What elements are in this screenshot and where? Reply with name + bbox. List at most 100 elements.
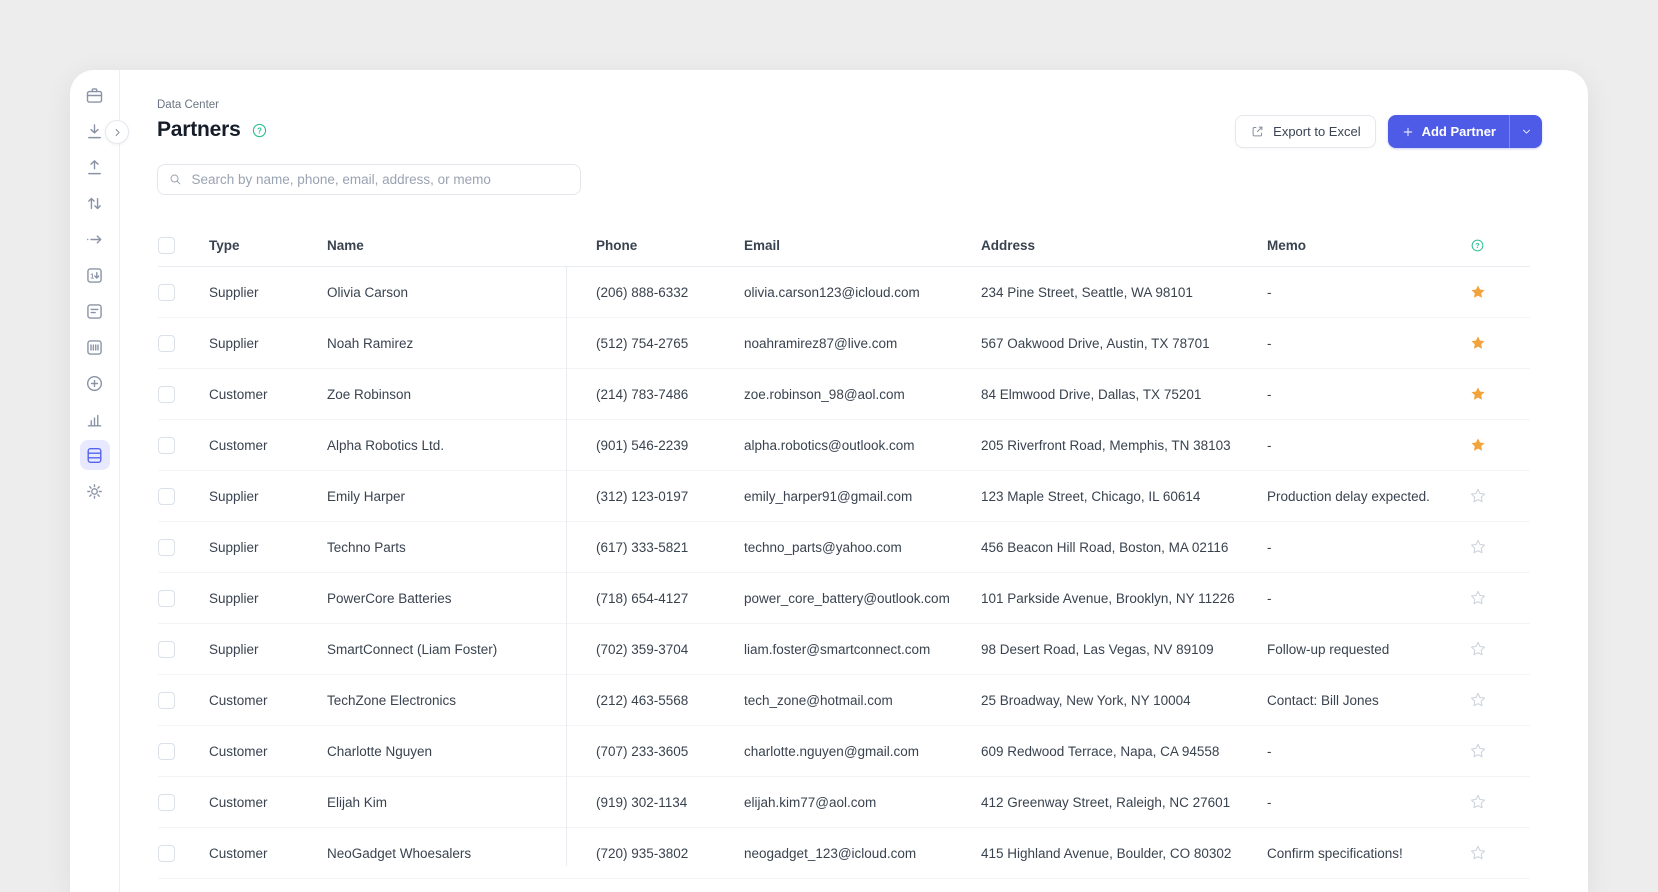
cell-star [1425,334,1530,352]
table-row[interactable]: Customer Alpha Robotics Ltd. (901) 546-223… [158,420,1530,471]
barcode-icon [87,339,102,355]
row-checkbox[interactable] [158,334,175,352]
sidebar-item-stock-out[interactable] [80,152,110,182]
sidebar-item-analytics[interactable] [80,404,110,434]
table-row[interactable]: Supplier Noah Ramirez (512) 754-2765 noahra… [158,318,1530,369]
add-partner-dropdown-button[interactable] [1509,115,1542,148]
sidebar-item-adjust[interactable] [80,188,110,218]
cell-name: TechZone Electronics [327,692,457,708]
row-checkbox[interactable] [158,640,175,658]
row-checkbox-cell [158,640,209,658]
star-outline-icon[interactable] [1469,844,1487,862]
sidebar-item-barcode[interactable] [80,332,110,362]
sidebar-item-add-circle[interactable] [80,368,110,398]
cell-phone: (707) 233-3605 [596,743,689,759]
sidebar-item-package[interactable] [80,80,110,110]
select-all-checkbox[interactable] [158,236,175,254]
cell-address: 84 Elmwood Drive, Dallas, TX 75201 [981,386,1202,402]
cell-phone: (901) 546-2239 [596,437,689,453]
row-checkbox[interactable] [158,691,175,709]
move-icon [86,234,102,244]
column-header-memo: Memo [1267,237,1307,253]
row-checkbox[interactable] [158,436,175,454]
table-row[interactable]: Customer TechZone Electronics (212) 463-55… [158,675,1530,726]
search-input[interactable] [189,171,570,188]
export-icon [1252,126,1263,137]
cell-star [1425,589,1530,607]
main-content: Data Center Partners ? Export to Excel A… [120,70,1588,892]
table-row[interactable]: Supplier Olivia Carson (206) 888-6332 olivi… [158,267,1530,318]
row-checkbox-cell [158,538,209,556]
star-filled-icon[interactable] [1469,334,1487,352]
star-filled-icon[interactable] [1469,283,1487,301]
sidebar-item-stocktake[interactable]: 1 [80,260,110,290]
cell-star [1425,283,1530,301]
row-checkbox[interactable] [158,385,175,403]
page-title-row: Partners ? [157,116,268,144]
cell-address: 415 Highland Avenue, Boulder, CO 80302 [981,845,1232,861]
cell-name: Zoe Robinson [327,386,412,402]
cell-email: power_core_battery@outlook.com [744,590,950,606]
row-checkbox[interactable] [158,589,175,607]
help-icon[interactable]: ? [251,122,268,139]
export-to-excel-button[interactable]: Export to Excel [1235,115,1376,148]
table-row[interactable]: Supplier Emily Harper (312) 123-0197 emily_… [158,471,1530,522]
star-filled-icon[interactable] [1469,436,1487,454]
row-checkbox[interactable] [158,538,175,556]
star-outline-icon[interactable] [1469,589,1487,607]
row-checkbox[interactable] [158,283,175,301]
table-row[interactable]: Customer Zoe Robinson (214) 783-7486 zoe.ro… [158,369,1530,420]
sidebar-item-move[interactable] [80,224,110,254]
column-header-phone: Phone [596,237,638,253]
sidebar-expand-button[interactable] [105,120,129,144]
plus-icon [1403,127,1412,136]
sidebar-item-invoice[interactable] [80,296,110,326]
cell-name: Olivia Carson [327,284,409,300]
cell-email: zoe.robinson_98@aol.com [744,386,905,402]
star-outline-icon[interactable] [1469,487,1487,505]
row-checkbox[interactable] [158,487,175,505]
star-filled-icon[interactable] [1469,385,1487,403]
cell-name: Charlotte Nguyen [327,743,433,759]
cell-name: SmartConnect (Liam Foster) [327,641,498,657]
table-row[interactable]: Supplier SmartConnect (Liam Foster) (702) … [158,624,1530,675]
cell-type: Customer [209,794,268,810]
row-checkbox-cell [158,385,209,403]
chevron-down-icon [1522,129,1530,134]
cell-address: 205 Riverfront Road, Memphis, TN 38103 [981,437,1231,453]
cell-phone: (720) 935-3802 [596,845,689,861]
star-outline-icon[interactable] [1469,538,1487,556]
cell-phone: (919) 302-1134 [596,794,688,810]
add-partner-label: Add Partner [1421,124,1496,139]
row-checkbox[interactable] [158,742,175,760]
cell-type: Supplier [209,488,259,504]
cell-address: 25 Broadway, New York, NY 10004 [981,692,1191,708]
sidebar-item-data-center[interactable] [79,440,110,470]
star-outline-icon[interactable] [1469,691,1487,709]
table-row[interactable]: Supplier PowerCore Batteries (718) 654-412… [158,573,1530,624]
star-column-help-icon[interactable]: ? [1470,238,1485,253]
cell-address: 609 Redwood Terrace, Napa, CA 94558 [981,743,1220,759]
star-outline-icon[interactable] [1469,793,1487,811]
row-checkbox[interactable] [158,793,175,811]
table-row[interactable]: Customer Elijah Kim (919) 302-1134 elijah.k… [158,777,1530,828]
table-row[interactable]: Customer Charlotte Nguyen (707) 233-3605 ch… [158,726,1530,777]
cell-address: 234 Pine Street, Seattle, WA 98101 [981,284,1193,300]
cell-memo: - [1267,284,1272,300]
row-checkbox[interactable] [158,844,175,862]
cell-star [1425,691,1530,709]
add-partner-button[interactable]: Add Partner [1388,115,1509,148]
star-outline-icon[interactable] [1469,742,1487,760]
partners-table: Type Name Phone Email Address Memo ? Supplier… [158,224,1530,879]
cell-email: olivia.carson123@icloud.com [744,284,920,300]
row-checkbox-cell [158,844,209,862]
row-checkbox-cell [158,436,209,454]
table-row[interactable]: Customer NeoGadget Whoesalers (720) 935-38… [158,828,1530,879]
add-circle-icon [86,375,103,391]
table-row[interactable]: Supplier Techno Parts (617) 333-5821 techno… [158,522,1530,573]
cell-type: Customer [209,437,268,453]
sidebar-item-settings[interactable] [80,476,110,506]
cell-memo: - [1267,743,1272,759]
star-outline-icon[interactable] [1469,640,1487,658]
cell-email: elijah.kim77@aol.com [744,794,877,810]
